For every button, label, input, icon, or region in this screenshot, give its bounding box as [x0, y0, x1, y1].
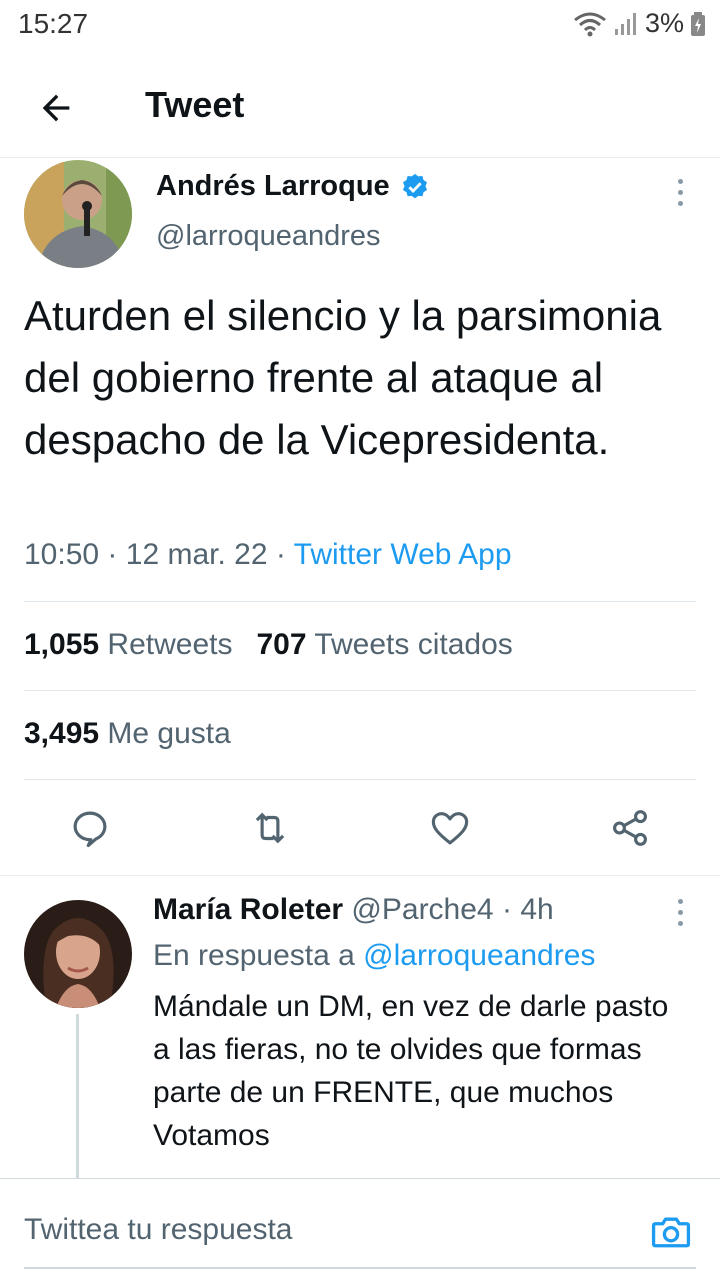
likes-stat[interactable]: 3,495 Me gusta	[24, 717, 231, 751]
divider	[24, 690, 696, 691]
like-button[interactable]	[426, 804, 474, 852]
input-underline	[24, 1267, 696, 1269]
status-icons: 3%	[573, 8, 706, 39]
retweets-stat[interactable]: 1,055 Retweets	[24, 628, 232, 662]
tweet-date: 12 mar. 22	[125, 538, 268, 571]
more-dot-icon	[677, 178, 683, 184]
author-name[interactable]: Andrés Larroque	[156, 170, 390, 203]
battery-icon	[691, 11, 705, 36]
reply-more-button[interactable]	[668, 892, 692, 932]
tweet-more-button[interactable]	[668, 172, 692, 212]
share-button[interactable]	[606, 804, 654, 852]
more-dot-icon	[677, 898, 683, 904]
meta-separator: ·	[275, 538, 286, 571]
back-button[interactable]	[30, 82, 82, 134]
wifi-icon	[574, 12, 606, 36]
reply-context: En respuesta a @larroqueandres	[153, 939, 595, 973]
status-time: 15:27	[18, 8, 89, 39]
thread-line	[76, 1014, 79, 1178]
reply-author-handle[interactable]: @Parche4	[351, 893, 493, 926]
reply-author-name[interactable]: María Roleter	[153, 893, 343, 926]
reply-to-mention[interactable]: @larroqueandres	[363, 939, 595, 972]
heart-icon	[431, 812, 469, 845]
reply-icon	[73, 811, 107, 848]
reply-author-avatar[interactable]	[24, 900, 132, 1008]
arrow-left-icon	[42, 94, 70, 122]
tweet-meta: 10:50 · 12 mar. 22 · Twitter Web App	[24, 538, 512, 572]
reply-prefix: En respuesta a	[153, 939, 355, 972]
meta-separator: ·	[107, 538, 118, 571]
more-dot-icon	[677, 920, 683, 926]
author-avatar[interactable]	[24, 160, 132, 268]
quotes-label: Tweets citados	[314, 628, 513, 661]
more-dot-icon	[677, 200, 683, 206]
camera-button[interactable]	[648, 1209, 694, 1255]
tweet-actions	[0, 780, 720, 876]
divider	[24, 601, 696, 602]
retweet-stats: 1,055 Retweets 707 Tweets citados	[24, 628, 513, 662]
tweet-text: Aturden el silencio y la parsimonia del …	[24, 292, 662, 463]
reply-input[interactable]: Twittea tu respuesta	[24, 1213, 292, 1247]
quotes-count: 707	[256, 628, 307, 661]
likes-stats: 3,495 Me gusta	[24, 717, 231, 751]
retweets-count: 1,055	[24, 628, 100, 661]
tweet-source-link[interactable]: Twitter Web App	[294, 538, 512, 571]
status-bar: 15:27 3%	[0, 0, 720, 50]
meta-separator: ·	[501, 893, 512, 926]
battery-level: 3%	[644, 8, 684, 38]
author-handle[interactable]: @larroqueandres	[156, 220, 381, 253]
likes-count: 3,495	[24, 717, 100, 750]
retweet-icon	[255, 812, 285, 844]
camera-icon	[651, 1217, 691, 1248]
more-dot-icon	[677, 909, 683, 915]
likes-label: Me gusta	[107, 717, 231, 750]
author-photo	[24, 160, 132, 268]
reply-text: Mándale un DM, en vez de darle pasto a l…	[153, 990, 669, 1152]
verified-badge-icon	[402, 173, 427, 198]
reply-author-photo	[24, 900, 132, 1008]
quotes-stat[interactable]: 707 Tweets citados	[256, 628, 512, 662]
signal-icon	[614, 12, 636, 35]
reply-header: María Roleter @Parche4 · 4h	[153, 893, 554, 927]
top-header: Tweet	[0, 60, 720, 158]
page-title: Tweet	[145, 84, 245, 125]
retweet-button[interactable]	[246, 804, 294, 852]
author-name-row[interactable]: Andrés Larroque	[156, 170, 430, 203]
share-icon	[613, 810, 647, 846]
retweets-label: Retweets	[107, 628, 233, 661]
tweet-time: 10:50	[24, 538, 100, 571]
more-dot-icon	[677, 189, 683, 195]
reply-button[interactable]	[66, 804, 114, 852]
compose-bar: Twittea tu respuesta	[0, 1178, 720, 1280]
reply-age: 4h	[520, 893, 554, 926]
